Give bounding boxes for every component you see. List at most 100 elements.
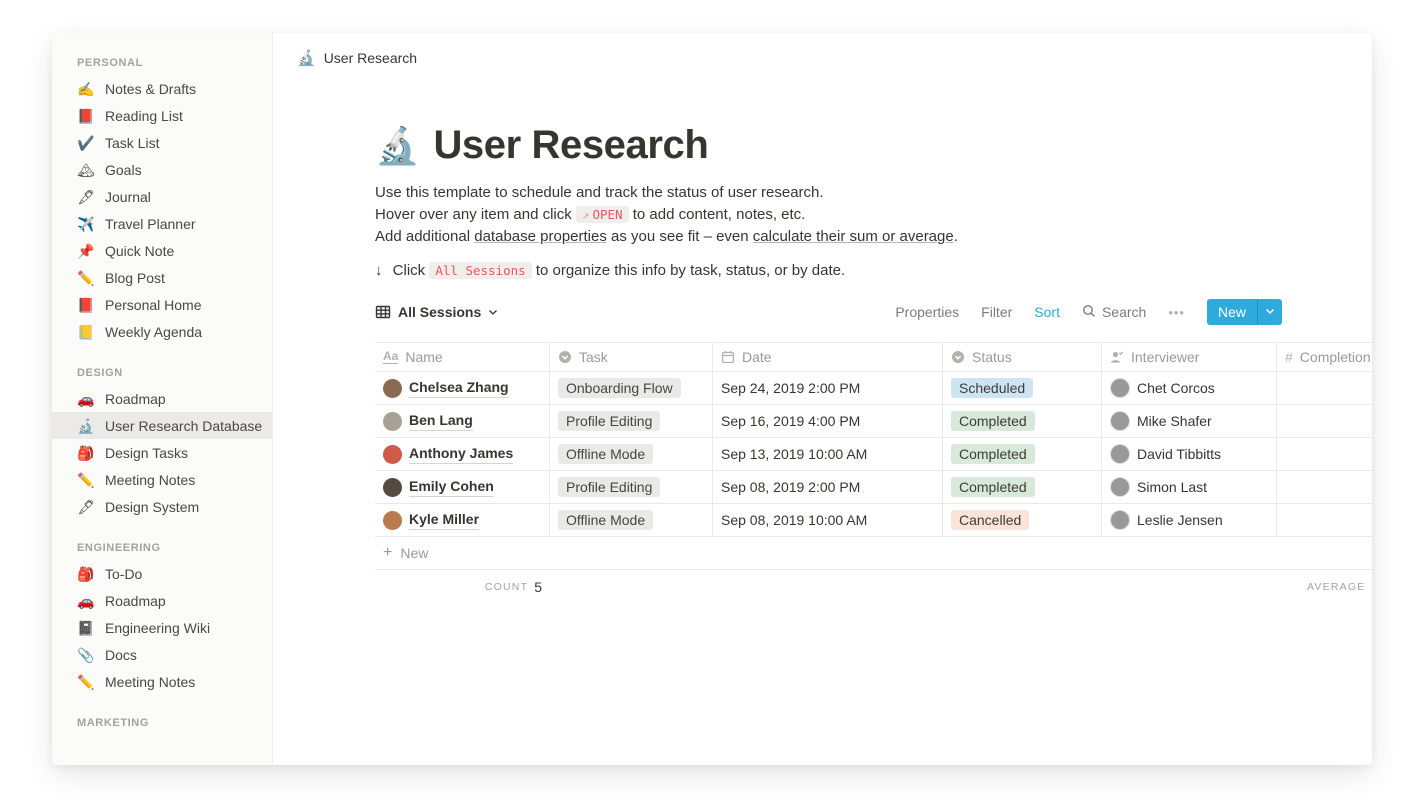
sidebar-item-design-tasks[interactable]: 🎒Design Tasks <box>52 439 272 466</box>
properties-button[interactable]: Properties <box>895 304 959 320</box>
view-switcher[interactable]: All Sessions <box>375 304 498 320</box>
sidebar-item-user-research-database[interactable]: 🔬User Research Database <box>52 412 272 439</box>
cell-status[interactable]: Cancelled <box>943 504 1102 536</box>
column-header-interviewer[interactable]: Interviewer <box>1102 343 1277 371</box>
sort-button[interactable]: Sort <box>1034 304 1060 320</box>
cell-interviewer[interactable]: Simon Last <box>1102 471 1277 503</box>
sidebar-item-roadmap-design[interactable]: 🚗Roadmap <box>52 385 272 412</box>
avatar <box>383 412 402 431</box>
search-button[interactable]: Search <box>1082 304 1146 321</box>
add-row-button[interactable]: + New <box>375 537 1372 570</box>
notebook-icon: 📓 <box>77 621 95 635</box>
cell-interviewer[interactable]: Leslie Jensen <box>1102 504 1277 536</box>
sidebar-item-meeting-notes-engineering[interactable]: ✏️Meeting Notes <box>52 668 272 695</box>
sidebar-item-goals[interactable]: 🏔Goals <box>52 156 272 183</box>
sidebar-section-personal: PERSONAL <box>52 47 272 75</box>
sidebar-item-engineering-wiki[interactable]: 📓Engineering Wiki <box>52 614 272 641</box>
column-header-date[interactable]: Date <box>713 343 943 371</box>
database-table: AaName Task Date Status Interviewer #Com… <box>375 342 1372 604</box>
sidebar-item-roadmap-engineering[interactable]: 🚗Roadmap <box>52 587 272 614</box>
sidebar-item-personal-home[interactable]: 📕Personal Home <box>52 291 272 318</box>
more-options-button[interactable]: ••• <box>1168 305 1185 320</box>
column-header-name[interactable]: AaName <box>375 343 550 371</box>
cell-completion[interactable] <box>1277 372 1372 404</box>
table-footer: COUNT 5 AVERAGE <box>375 570 1372 604</box>
cell-name[interactable]: Chelsea Zhang <box>375 372 550 404</box>
select-type-icon <box>951 350 965 364</box>
sidebar-item-task-list[interactable]: ✔️Task List <box>52 129 272 156</box>
avatar <box>1110 444 1130 464</box>
sidebar-item-notes-drafts[interactable]: ✍️Notes & Drafts <box>52 75 272 102</box>
pencil-icon: ✏️ <box>77 473 95 487</box>
microscope-icon: 🔬 <box>375 125 419 167</box>
cell-date[interactable]: Sep 16, 2019 4:00 PM <box>713 405 943 437</box>
filter-button[interactable]: Filter <box>981 304 1012 320</box>
cell-date[interactable]: Sep 24, 2019 2:00 PM <box>713 372 943 404</box>
cell-task[interactable]: Offline Mode <box>550 438 713 470</box>
sidebar-item-weekly-agenda[interactable]: 📒Weekly Agenda <box>52 318 272 345</box>
sidebar-item-design-system[interactable]: 🖋Design System <box>52 493 272 520</box>
all-sessions-chip[interactable]: All Sessions <box>429 262 531 279</box>
cell-task[interactable]: Profile Editing <box>550 471 713 503</box>
task-tag: Offline Mode <box>558 510 653 530</box>
cell-completion[interactable] <box>1277 471 1372 503</box>
sidebar-item-quick-note[interactable]: 📌Quick Note <box>52 237 272 264</box>
fountain-pen-icon: 🖋 <box>77 500 95 514</box>
sidebar-item-meeting-notes-design[interactable]: ✏️Meeting Notes <box>52 466 272 493</box>
cell-name[interactable]: Kyle Miller <box>375 504 550 536</box>
database-properties-link[interactable]: database properties <box>474 228 607 245</box>
sidebar-item-to-do[interactable]: 🎒To-Do <box>52 560 272 587</box>
cell-interviewer[interactable]: Mike Shafer <box>1102 405 1277 437</box>
cell-interviewer[interactable]: David Tibbitts <box>1102 438 1277 470</box>
count-calculation[interactable]: COUNT 5 <box>375 570 550 604</box>
open-button-chip[interactable]: ↗OPEN <box>576 206 629 223</box>
sidebar-item-travel-planner[interactable]: ✈️Travel Planner <box>52 210 272 237</box>
check-mark-icon: ✔️ <box>77 136 95 150</box>
mountain-icon: 🏔 <box>77 163 95 177</box>
cell-name[interactable]: Ben Lang <box>375 405 550 437</box>
new-button-group: New <box>1207 299 1282 325</box>
cell-completion[interactable] <box>1277 504 1372 536</box>
sidebar-item-reading-list[interactable]: 📕Reading List <box>52 102 272 129</box>
column-header-status[interactable]: Status <box>943 343 1102 371</box>
microscope-icon: 🔬 <box>77 419 95 433</box>
car-icon: 🚗 <box>77 392 95 406</box>
plus-icon: + <box>383 545 392 561</box>
average-calculation[interactable]: AVERAGE <box>1307 570 1365 604</box>
sidebar-item-journal[interactable]: 🖋Journal <box>52 183 272 210</box>
paperclip-icon: 📎 <box>77 648 95 662</box>
cell-completion[interactable] <box>1277 405 1372 437</box>
cell-status[interactable]: Completed <box>943 438 1102 470</box>
sidebar-item-blog-post[interactable]: ✏️Blog Post <box>52 264 272 291</box>
cell-status[interactable]: Completed <box>943 405 1102 437</box>
cell-completion[interactable] <box>1277 438 1372 470</box>
table-row: Kyle Miller Offline Mode Sep 08, 2019 10… <box>375 504 1372 537</box>
cell-task[interactable]: Profile Editing <box>550 405 713 437</box>
calculate-sum-average-link[interactable]: calculate their sum or average <box>753 228 954 245</box>
microscope-icon: 🔬 <box>297 49 316 67</box>
page-title[interactable]: 🔬 User Research <box>375 123 1372 168</box>
page-description: Use this template to schedule and track … <box>375 182 1282 248</box>
cell-date[interactable]: Sep 08, 2019 10:00 AM <box>713 504 943 536</box>
breadcrumb-title: User Research <box>324 50 417 66</box>
status-badge: Scheduled <box>951 378 1033 398</box>
page-title-text: User Research <box>433 123 708 168</box>
cell-task[interactable]: Offline Mode <box>550 504 713 536</box>
sidebar-item-docs[interactable]: 📎Docs <box>52 641 272 668</box>
new-button-dropdown[interactable] <box>1257 299 1282 325</box>
cell-task[interactable]: Onboarding Flow <box>550 372 713 404</box>
cell-name[interactable]: Emily Cohen <box>375 471 550 503</box>
cell-status[interactable]: Scheduled <box>943 372 1102 404</box>
cell-date[interactable]: Sep 08, 2019 2:00 PM <box>713 471 943 503</box>
view-name: All Sessions <box>398 304 481 320</box>
avatar <box>1110 411 1130 431</box>
cell-date[interactable]: Sep 13, 2019 10:00 AM <box>713 438 943 470</box>
breadcrumb[interactable]: 🔬 User Research <box>273 33 1372 67</box>
cell-status[interactable]: Completed <box>943 471 1102 503</box>
new-button[interactable]: New <box>1207 299 1257 325</box>
cell-name[interactable]: Anthony James <box>375 438 550 470</box>
column-header-completion[interactable]: #Completion <box>1277 343 1372 371</box>
column-header-task[interactable]: Task <box>550 343 713 371</box>
cell-interviewer[interactable]: Chet Corcos <box>1102 372 1277 404</box>
arrow-down-icon: ↓ <box>375 262 383 279</box>
